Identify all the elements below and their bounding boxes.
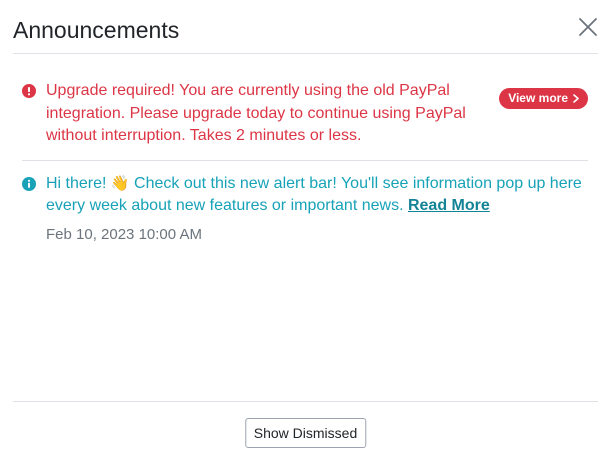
announcements-modal: Announcements Upgrade required! You are …: [0, 0, 610, 455]
info-circle-icon: [22, 176, 36, 191]
alert-text-before: Hi there!: [46, 174, 111, 192]
chevron-right-icon: [573, 94, 579, 103]
modal-header: Announcements: [13, 0, 598, 54]
exclamation-circle-icon: [22, 84, 36, 98]
close-icon: [579, 18, 597, 36]
alert-message: Upgrade required! You are currently usin…: [46, 82, 466, 144]
alert-new-alert-bar: Hi there! 👋 Check out this new alert bar…: [22, 161, 588, 245]
show-dismissed-button[interactable]: Show Dismissed: [244, 418, 367, 448]
alert-upgrade-required: Upgrade required! You are currently usin…: [22, 80, 588, 161]
alert-list: Upgrade required! You are currently usin…: [22, 80, 588, 245]
close-button[interactable]: [578, 17, 598, 37]
alert-timestamp: Feb 10, 2023 10:00 AM: [46, 225, 202, 243]
modal-footer: Show Dismissed: [13, 401, 598, 455]
alert-message: Hi there! 👋 Check out this new alert bar…: [46, 173, 588, 218]
modal-title: Announcements: [13, 17, 180, 43]
view-more-button[interactable]: View more: [499, 88, 588, 109]
waving-hand-emoji: 👋: [110, 174, 130, 192]
read-more-link[interactable]: Read More: [408, 197, 490, 214]
view-more-label: View more: [508, 91, 568, 105]
